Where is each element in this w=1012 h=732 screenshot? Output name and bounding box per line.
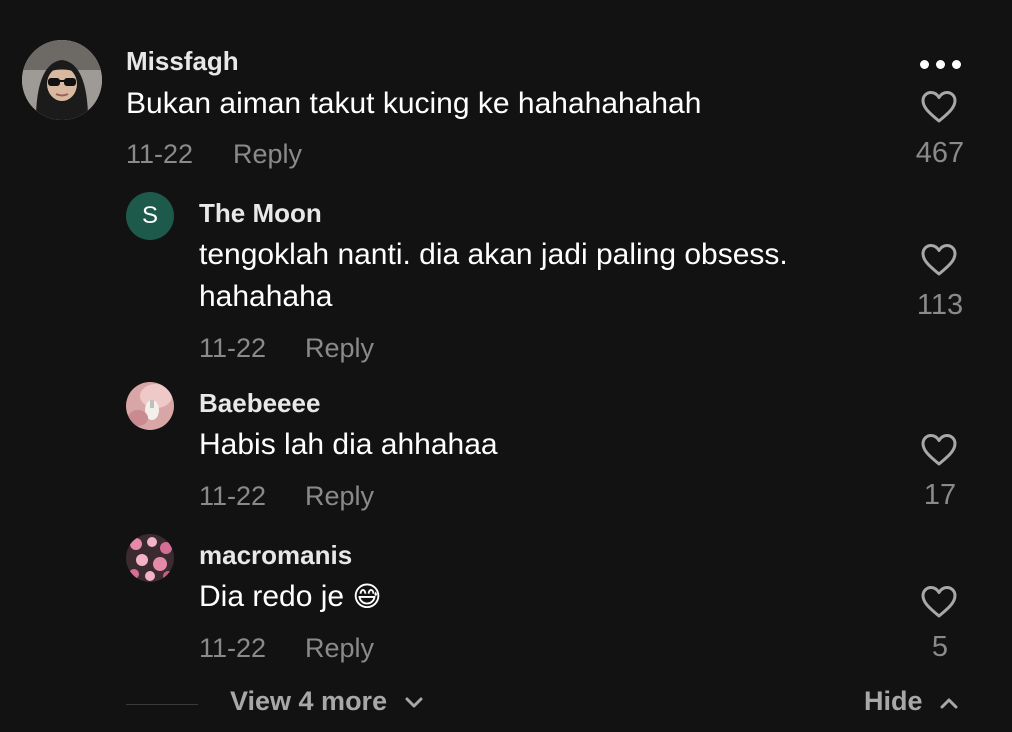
comment-date: 11-22 (126, 139, 194, 169)
reply-username[interactable]: Baebeeee (199, 388, 320, 419)
like-button[interactable] (919, 585, 959, 619)
reply-button[interactable]: Reply (305, 333, 374, 364)
avatar[interactable] (126, 534, 174, 582)
heart-icon (921, 91, 957, 123)
grinning-sweat-emoji-icon: 😅 (352, 581, 382, 612)
avatar[interactable] (22, 40, 102, 120)
avatar[interactable]: S (126, 192, 174, 240)
reply-button[interactable]: Reply (305, 633, 374, 664)
reply-button[interactable]: Reply (305, 481, 374, 512)
comment-username[interactable]: Missfagh (126, 46, 239, 77)
chevron-down-icon (405, 697, 423, 708)
view-more-label: View 4 more (230, 686, 388, 716)
like-button[interactable] (919, 433, 959, 467)
heart-icon (921, 434, 957, 466)
heart-icon (921, 586, 957, 618)
like-count: 467 (915, 137, 965, 169)
reply-date: 11-22 (199, 333, 267, 363)
reply-button[interactable]: Reply (233, 139, 302, 170)
like-button[interactable] (919, 243, 959, 277)
like-count: 17 (923, 479, 957, 511)
reply-date: 11-22 (199, 633, 267, 663)
hide-replies-button[interactable]: Hide (864, 686, 958, 717)
like-count: 5 (931, 631, 949, 663)
reply-username[interactable]: macromanis (199, 540, 352, 571)
profile-photo-hijab-icon (22, 40, 102, 120)
reply-text: Dia redo je 😅 (199, 576, 382, 618)
chevron-up-icon (940, 698, 958, 709)
reply-text: tengoklah nanti. dia akan jadi paling ob… (199, 238, 788, 271)
reply-text: Habis lah dia ahhahaa (199, 428, 498, 461)
like-count: 113 (916, 289, 964, 321)
hide-label: Hide (864, 686, 923, 716)
heart-icon (921, 244, 957, 276)
reply-date: 11-22 (199, 481, 267, 511)
avatar-letter: S (141, 202, 158, 229)
profile-photo-pink-icon (126, 382, 174, 430)
reply-text-continued: hahahaha (199, 280, 333, 313)
view-more-replies-button[interactable]: View 4 more (230, 686, 423, 717)
like-button[interactable] (919, 90, 959, 124)
profile-photo-flowers-icon (126, 534, 174, 582)
reply-text-body: Dia redo je (199, 580, 345, 613)
avatar[interactable] (126, 382, 174, 430)
divider (126, 704, 198, 705)
more-options-icon[interactable] (916, 54, 964, 74)
reply-username[interactable]: The Moon (199, 198, 322, 229)
comment-text: Bukan aiman takut kucing ke hahahahahah (126, 87, 702, 120)
